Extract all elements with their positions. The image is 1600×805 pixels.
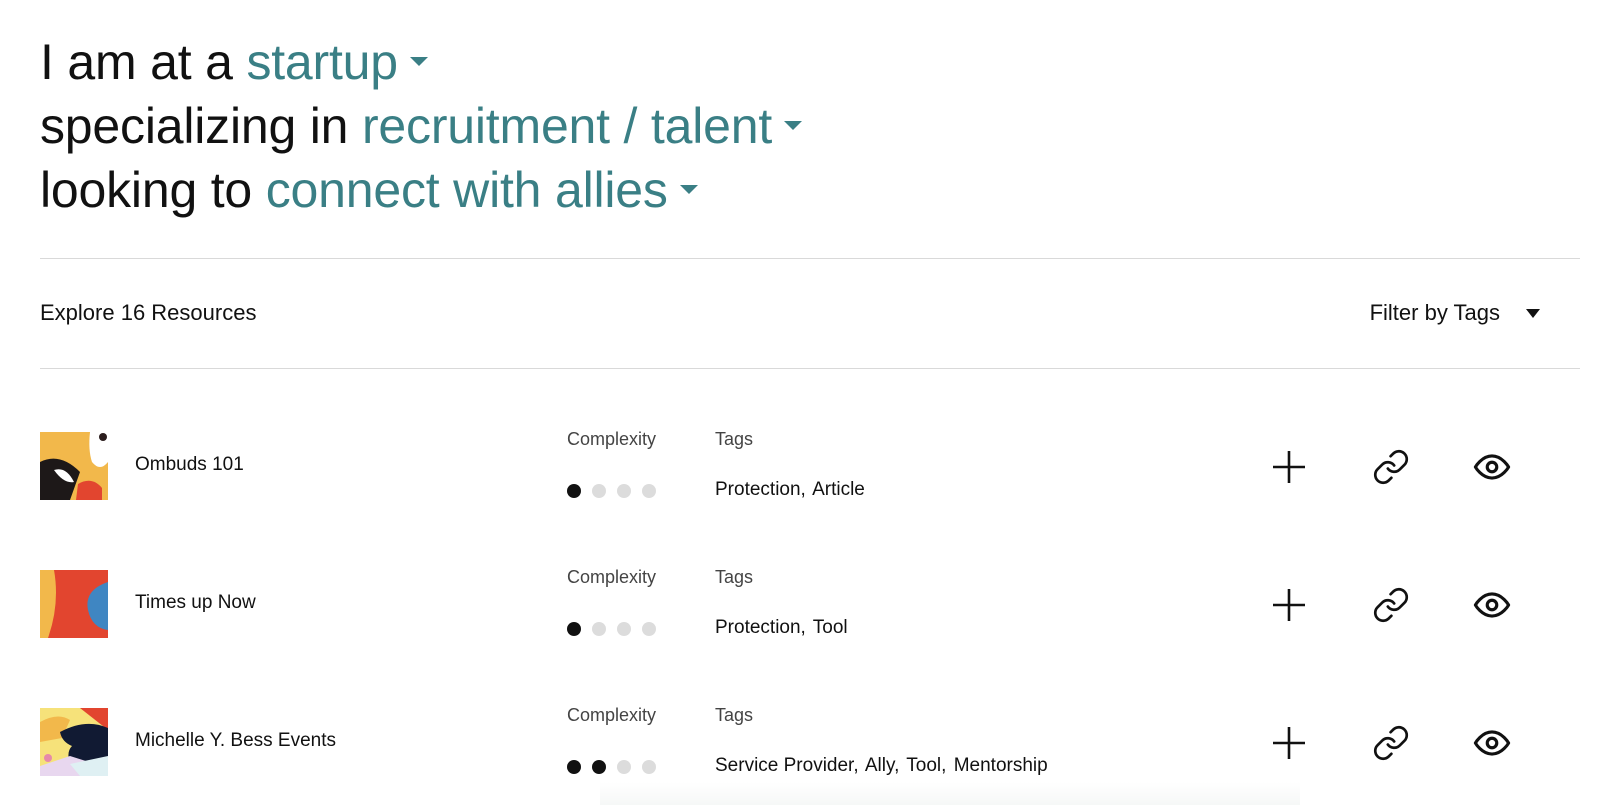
divider	[40, 258, 1580, 259]
link-icon	[1373, 725, 1409, 761]
eye-icon	[1473, 454, 1511, 480]
tag[interactable]: Protection,	[715, 479, 806, 500]
resource-thumbnail[interactable]	[40, 432, 108, 500]
caret-down-icon	[679, 185, 698, 195]
eye-icon	[1473, 592, 1511, 618]
intro-prefix: specializing in	[40, 98, 349, 154]
view-resource-button[interactable]	[1471, 584, 1513, 626]
complexity-dot	[592, 622, 606, 636]
intro-prefix: looking to	[40, 162, 253, 218]
tag[interactable]: Ally,	[865, 755, 899, 776]
complexity-dot	[617, 760, 631, 774]
complexity-dot	[592, 760, 606, 774]
filter-by-tags-dropdown[interactable]: Filter by Tags	[1370, 300, 1540, 326]
resource-thumbnail[interactable]	[40, 708, 108, 776]
tag[interactable]: Mentorship	[954, 755, 1048, 776]
complexity-indicator	[567, 622, 656, 636]
goal-dropdown[interactable]: connect with allies	[266, 162, 698, 218]
view-resource-button[interactable]	[1471, 446, 1513, 488]
intro-line-role: I am at a startup	[40, 30, 802, 94]
caret-down-icon	[1526, 308, 1540, 318]
complexity-dot	[567, 622, 581, 636]
complexity-indicator	[567, 760, 656, 774]
resource-thumbnail[interactable]	[40, 570, 108, 638]
add-resource-button[interactable]	[1268, 446, 1310, 488]
link-icon	[1373, 587, 1409, 623]
resource-title[interactable]: Michelle Y. Bess Events	[135, 730, 336, 752]
specialty-dropdown[interactable]: recruitment / talent	[361, 98, 803, 154]
complexity-label: Complexity	[567, 705, 657, 725]
complexity-label: Complexity	[567, 567, 657, 587]
role-dropdown[interactable]: startup	[246, 34, 428, 90]
scroll-fade	[600, 782, 1300, 805]
specialty-dropdown-value: recruitment / talent	[361, 98, 773, 154]
resource-row: Times up Now Complexity Tags Protection,…	[40, 567, 1540, 640]
divider	[40, 368, 1580, 369]
tags-label: Tags	[715, 705, 754, 725]
tag[interactable]: Protection,	[715, 617, 806, 638]
copy-link-button[interactable]	[1370, 584, 1412, 626]
complexity-dot	[642, 760, 656, 774]
resource-row: Michelle Y. Bess Events Complexity Tags …	[40, 705, 1540, 778]
copy-link-button[interactable]	[1370, 446, 1412, 488]
resource-row: Ombuds 101 Complexity Tags Protection, A…	[40, 429, 1540, 502]
add-resource-button[interactable]	[1268, 584, 1310, 626]
tag-list: Service Provider, Ally, Tool, Mentorship	[715, 755, 1050, 777]
intro-line-specialty: specializing in recruitment / talent	[40, 94, 803, 158]
complexity-dot	[567, 484, 581, 498]
link-icon	[1373, 449, 1409, 485]
tag-list: Protection, Tool	[715, 617, 850, 639]
tag-list: Protection, Article	[715, 479, 867, 501]
complexity-dot	[592, 484, 606, 498]
tags-label: Tags	[715, 567, 754, 587]
tag[interactable]: Tool,	[906, 755, 946, 776]
caret-down-icon	[409, 57, 428, 67]
resource-title[interactable]: Times up Now	[135, 592, 256, 614]
eye-icon	[1473, 730, 1511, 756]
intro-line-goal: looking to connect with allies	[40, 158, 802, 222]
plus-icon	[1273, 451, 1305, 483]
intro-prefix: I am at a	[40, 34, 233, 90]
plus-icon	[1273, 589, 1305, 621]
complexity-dot	[642, 622, 656, 636]
resource-count: Explore 16 Resources	[40, 300, 257, 325]
tag[interactable]: Service Provider,	[715, 755, 859, 776]
tag[interactable]: Article	[812, 479, 865, 500]
goal-dropdown-value: connect with allies	[265, 162, 668, 218]
complexity-dot	[567, 760, 581, 774]
complexity-label: Complexity	[567, 429, 657, 449]
filter-label: Filter by Tags	[1369, 300, 1500, 325]
complexity-dot	[617, 622, 631, 636]
caret-down-icon	[784, 121, 803, 131]
plus-icon	[1273, 727, 1305, 759]
role-dropdown-value: startup	[246, 34, 398, 90]
copy-link-button[interactable]	[1370, 722, 1412, 764]
complexity-dot	[617, 484, 631, 498]
intro-sentence: I am at a startup specializing in recrui…	[40, 30, 803, 222]
add-resource-button[interactable]	[1268, 722, 1310, 764]
tags-label: Tags	[715, 429, 754, 449]
complexity-indicator	[567, 484, 656, 498]
tag[interactable]: Tool	[813, 617, 848, 638]
view-resource-button[interactable]	[1471, 722, 1513, 764]
complexity-dot	[642, 484, 656, 498]
resource-title[interactable]: Ombuds 101	[135, 454, 244, 476]
